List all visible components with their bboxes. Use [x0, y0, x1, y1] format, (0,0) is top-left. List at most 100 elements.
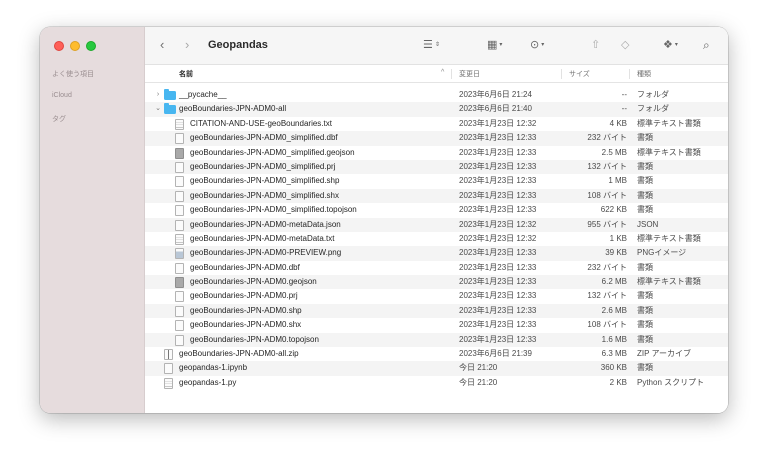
- file-size: 39 KB: [605, 248, 627, 258]
- file-kind: 書類: [637, 176, 653, 186]
- file-date: 2023年1月23日 12:33: [459, 334, 537, 344]
- folder-row[interactable]: ⌄ geoBoundaries-JPN-ADM0-all 2023年6月6日 21:…: [145, 102, 728, 117]
- search-icon[interactable]: ⌕: [703, 38, 710, 52]
- document-icon: [175, 291, 184, 303]
- back-button[interactable]: ‹: [160, 38, 164, 52]
- file-row[interactable]: geoBoundaries-JPN-ADM0-PREVIEW.png 2023年1…: [145, 246, 728, 261]
- document-icon: [175, 118, 184, 130]
- file-name: geoBoundaries-JPN-ADM0.dbf: [190, 262, 300, 272]
- file-row[interactable]: geoBoundaries-JPN-ADM0-metaData.json 2023…: [145, 217, 728, 232]
- file-size: --: [621, 104, 627, 114]
- file-name: geoBoundaries-JPN-ADM0-metaData.json: [190, 219, 341, 229]
- file-name: geopandas-1.py: [179, 377, 237, 387]
- dropbox-icon[interactable]: ❖ ▾: [663, 38, 678, 52]
- document-icon: [175, 334, 184, 346]
- file-size: 132 バイト: [587, 291, 627, 301]
- file-kind: 書類: [637, 334, 653, 344]
- disclosure-triangle-icon[interactable]: ›: [154, 88, 162, 102]
- document-icon: [175, 277, 184, 289]
- file-browser: ‹ › Geopandas ☰ ⇕ ▦ ▾ ⊙ ▾ ⇧ ◇ ❖ ▾ ⌕ 名前 ^ 変更日…: [145, 27, 728, 413]
- file-size: 132 バイト: [587, 161, 627, 171]
- file-row[interactable]: geoBoundaries-JPN-ADM0.topojson 2023年1月23…: [145, 332, 728, 348]
- list-view-icon[interactable]: ☰ ⇕: [423, 38, 440, 52]
- folder-icon: [164, 89, 176, 100]
- column-date[interactable]: 変更日: [459, 69, 480, 79]
- file-row[interactable]: geoBoundaries-JPN-ADM0_simplified.prj 202…: [145, 159, 728, 175]
- file-size: 2.5 MB: [601, 147, 627, 157]
- file-size: 1 KB: [609, 233, 627, 243]
- toolbar: ‹ › Geopandas ☰ ⇕ ▦ ▾ ⊙ ▾ ⇧ ◇ ❖ ▾ ⌕: [145, 27, 728, 65]
- window-controls: [54, 41, 96, 51]
- column-size[interactable]: サイズ: [569, 69, 590, 79]
- disclosure-triangle-icon[interactable]: ⌄: [154, 102, 162, 116]
- file-row[interactable]: geoBoundaries-JPN-ADM0_simplified.shx 202…: [145, 188, 728, 204]
- document-icon: [175, 205, 184, 217]
- file-date: 2023年1月23日 12:33: [459, 133, 537, 143]
- file-kind: 書類: [637, 320, 653, 330]
- file-size: 108 バイト: [587, 190, 627, 200]
- file-row[interactable]: geoBoundaries-JPN-ADM0-all.zip 2023年6月6日 …: [145, 347, 728, 361]
- file-date: 2023年1月23日 12:32: [459, 233, 537, 243]
- file-row[interactable]: geoBoundaries-JPN-ADM0_simplified.dbf 202…: [145, 131, 728, 146]
- file-kind: 標準テキスト書類: [637, 233, 701, 243]
- document-icon: [175, 161, 184, 173]
- file-name: geoBoundaries-JPN-ADM0_simplified.shx: [190, 190, 339, 200]
- file-date: 2023年1月23日 12:33: [459, 248, 537, 258]
- file-kind: 書類: [637, 363, 653, 373]
- window-title: Geopandas: [208, 39, 268, 51]
- file-name: geopandas-1.ipynb: [179, 363, 248, 373]
- share-icon[interactable]: ⇧: [591, 38, 600, 52]
- document-icon: [175, 305, 184, 317]
- column-kind[interactable]: 種類: [637, 69, 651, 79]
- tag-icon[interactable]: ◇: [621, 38, 629, 52]
- maximize-button[interactable]: [86, 41, 96, 51]
- column-header: 名前 ^ 変更日 サイズ 種類: [145, 65, 728, 83]
- file-size: 2.6 MB: [601, 305, 627, 315]
- file-row[interactable]: geoBoundaries-JPN-ADM0.shp 2023年1月23日 12:…: [145, 303, 728, 319]
- sort-ascending-icon[interactable]: ^: [441, 69, 444, 76]
- file-name: geoBoundaries-JPN-ADM0_simplified.prj: [190, 161, 336, 171]
- file-name: geoBoundaries-JPN-ADM0.shp: [190, 305, 302, 315]
- close-button[interactable]: [54, 41, 64, 51]
- column-name[interactable]: 名前: [179, 69, 193, 79]
- file-kind: フォルダ: [637, 90, 669, 99]
- file-row[interactable]: geoBoundaries-JPN-ADM0.dbf 2023年1月23日 12:…: [145, 261, 728, 275]
- file-name: geoBoundaries-JPN-ADM0_simplified.topojs…: [190, 205, 357, 215]
- file-date: 2023年1月23日 12:33: [459, 291, 537, 301]
- file-row[interactable]: geopandas-1.ipynb 今日 21:20 360 KB 書類: [145, 361, 728, 376]
- file-row[interactable]: geoBoundaries-JPN-ADM0_simplified.topojs…: [145, 203, 728, 217]
- file-date: 今日 21:20: [459, 363, 498, 373]
- file-date: 2023年6月6日 21:39: [459, 349, 532, 359]
- file-kind: 書類: [637, 262, 653, 272]
- file-kind: 書類: [637, 133, 653, 143]
- file-kind: 標準テキスト書類: [637, 147, 701, 157]
- file-row[interactable]: geoBoundaries-JPN-ADM0.geojson 2023年1月23日…: [145, 275, 728, 290]
- file-row[interactable]: geoBoundaries-JPN-ADM0_simplified.shp 202…: [145, 174, 728, 188]
- file-size: 955 バイト: [587, 219, 627, 229]
- file-size: --: [621, 90, 627, 99]
- file-date: 2023年1月23日 12:33: [459, 205, 537, 215]
- file-row[interactable]: CITATION-AND-USE-geoBoundaries.txt 2023年1…: [145, 117, 728, 131]
- forward-button[interactable]: ›: [185, 38, 189, 52]
- file-row[interactable]: geopandas-1.py 今日 21:20 2 KB Python スクリプト: [145, 376, 728, 390]
- file-name: geoBoundaries-JPN-ADM0.prj: [190, 291, 298, 301]
- folder-row[interactable]: › __pycache__ 2023年6月6日 21:24 -- フォルダ: [145, 88, 728, 102]
- file-kind: JSON: [637, 219, 659, 229]
- file-name: geoBoundaries-JPN-ADM0_simplified.dbf: [190, 133, 338, 143]
- file-row[interactable]: geoBoundaries-JPN-ADM0-metaData.txt 2023年…: [145, 232, 728, 246]
- file-date: 2023年6月6日 21:40: [459, 104, 532, 114]
- file-row[interactable]: geoBoundaries-JPN-ADM0.prj 2023年1月23日 12:…: [145, 289, 728, 303]
- file-date: 2023年1月23日 12:33: [459, 161, 537, 171]
- group-icon[interactable]: ▦ ▾: [487, 38, 502, 52]
- sidebar-icloud-heading: iCloud: [52, 92, 72, 99]
- document-icon: [175, 133, 184, 145]
- minimize-button[interactable]: [70, 41, 80, 51]
- file-row[interactable]: geoBoundaries-JPN-ADM0.shx 2023年1月23日 12:…: [145, 318, 728, 332]
- file-row[interactable]: geoBoundaries-JPN-ADM0_simplified.geojso…: [145, 146, 728, 160]
- file-date: 2023年1月23日 12:33: [459, 147, 537, 157]
- more-actions-icon[interactable]: ⊙ ▾: [530, 38, 544, 52]
- file-kind: 標準テキスト書類: [637, 118, 701, 128]
- file-date: 2023年1月23日 12:33: [459, 262, 537, 272]
- sidebar-favorites-heading: よく使う項目: [52, 71, 94, 78]
- document-icon: [175, 190, 184, 202]
